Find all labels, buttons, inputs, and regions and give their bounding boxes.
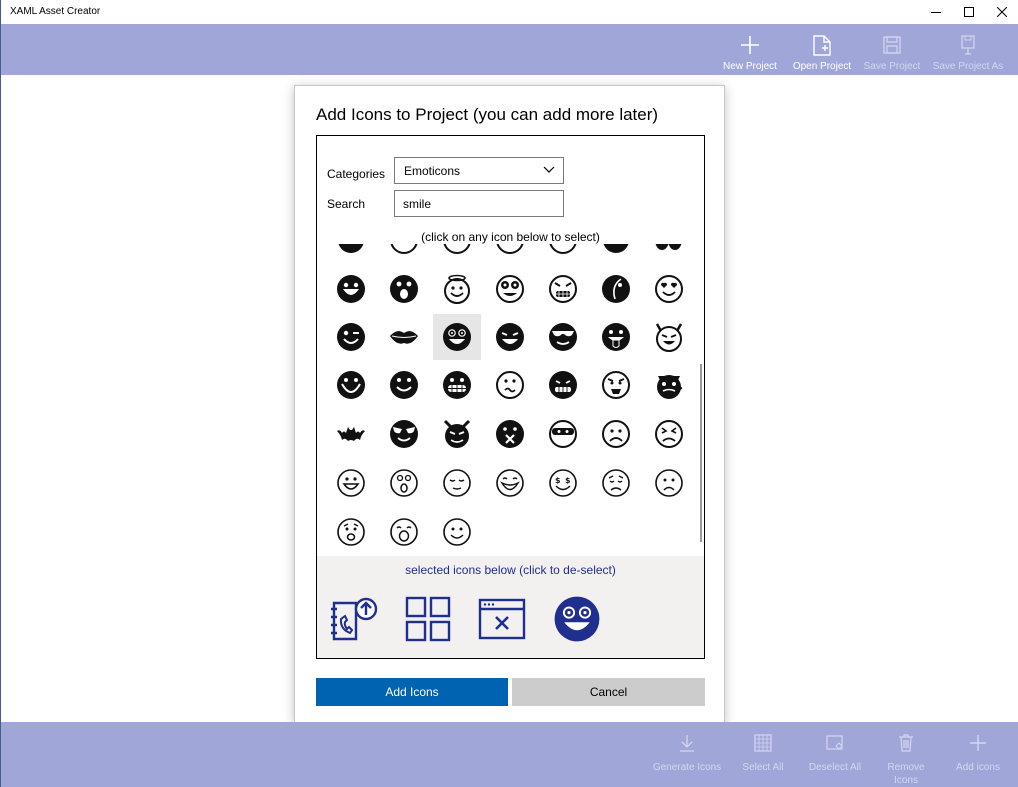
smile-outline-icon[interactable] [433,509,481,555]
gritted-teeth-icon[interactable] [539,362,587,408]
surprised-icon[interactable] [380,266,428,312]
grin-outline-icon[interactable] [486,460,534,506]
confused-icon[interactable] [486,362,534,408]
plus-icon [970,735,986,751]
grid-scrollbar[interactable] [700,364,702,542]
close-icon [996,7,1007,17]
select-all-label: Select All [742,762,784,773]
save-icon [883,36,901,54]
remove-icons-button[interactable]: Remove Icons [879,722,933,787]
contact-upload-icon[interactable] [329,594,379,644]
search-label: Search [327,197,366,211]
dialog-title: Add Icons to Project (you can add more l… [316,105,659,124]
save-project-label: Save Project [863,61,921,72]
cat-devil-icon[interactable] [433,411,481,457]
grid-hint: (click on any icon below to select) [421,230,600,244]
selected-hint: selected icons below (click to de-select… [405,563,616,577]
new-project-label: New Project [723,61,777,72]
selected-icons-area: selected icons below (click to de-select… [317,556,704,658]
lips-icon[interactable] [380,314,428,360]
deselect-all-button[interactable]: Deselect All [802,722,868,787]
app-grid-icon[interactable] [403,594,453,644]
grimace-icon[interactable] [433,362,481,408]
hipster-icon[interactable] [645,362,693,408]
select-all-icon [754,734,772,752]
add-icons-toolbar-button[interactable]: Add icons [947,722,1009,787]
command-bar: New Project Open Project Save Project Sa… [0,24,1018,75]
dizzy-grin-icon[interactable] [433,314,481,360]
kiss-icon[interactable] [486,411,534,457]
save-project-as-button[interactable]: Save Project As [931,24,1005,75]
close-button[interactable] [985,0,1018,24]
squint-grin-icon[interactable] [486,314,534,360]
window-border [0,75,1,722]
generate-icons-button[interactable]: Generate Icons [651,722,723,787]
cool-wink-icon[interactable] [380,411,428,457]
evil-grin-icon[interactable] [539,266,587,312]
annoyed-icon[interactable] [645,411,693,457]
big-smile-icon[interactable] [327,362,375,408]
moon-face-icon[interactable] [592,266,640,312]
window-close-icon[interactable] [477,594,527,644]
deselect-all-label: Deselect All [808,762,862,773]
add-icons-toolbar-label: Add icons [956,762,1000,773]
new-project-button[interactable]: New Project [719,24,781,75]
categories-label: Categories [327,167,386,181]
open-project-label: Open Project [792,61,852,72]
angel-icon[interactable] [433,266,481,312]
save-project-button[interactable]: Save Project [861,24,923,75]
svg-text:$: $ [555,476,561,485]
trash-icon [899,734,913,752]
categories-value: Emoticons [404,164,461,178]
ninja-icon[interactable] [539,411,587,457]
add-icons-button[interactable]: Add Icons [316,678,508,706]
categories-dropdown[interactable]: Emoticons [394,157,564,184]
maximize-icon [963,7,974,17]
remove-icons-label: Remove Icons [887,762,925,786]
open-project-button[interactable]: Open Project [789,24,855,75]
save-project-as-label: Save Project As [932,61,1004,72]
cancel-button[interactable]: Cancel [512,678,705,706]
chevron-down-icon [543,166,555,173]
icon-grid[interactable]: $ $ [317,244,704,556]
search-input[interactable] [394,190,564,217]
laugh-outline-icon[interactable] [327,460,375,506]
bat-icon[interactable] [327,411,375,457]
new-document-icon [813,34,831,56]
smile-icon[interactable] [380,362,428,408]
frown-icon[interactable] [592,411,640,457]
smile-open-icon[interactable] [327,266,375,312]
download-icon [680,735,694,752]
deselect-all-icon [826,735,843,750]
icon-picker-panel: Categories Emoticons Search (click on an… [316,135,705,659]
partial-row-icons [338,244,682,254]
open-mouth-outline-icon[interactable] [380,509,428,555]
worried-outline-icon[interactable] [327,509,375,555]
plus-icon [741,36,759,54]
sunglasses-icon[interactable] [539,314,587,360]
money-eyes-icon[interactable]: $ $ [539,460,587,506]
bottom-command-bar: Generate Icons Select All Deselect All R… [0,722,1018,787]
select-all-button[interactable]: Select All [735,722,791,787]
add-icons-dialog: Add Icons to Project (you can add more l… [294,85,725,724]
angry-tongue-icon[interactable] [592,362,640,408]
generate-icons-label: Generate Icons [652,762,722,773]
sad-outline-icon[interactable] [645,460,693,506]
minimize-icon [930,12,941,13]
svg-text:$: $ [565,476,571,485]
sleepy-outline-icon[interactable] [433,460,481,506]
save-as-icon [961,35,975,55]
heart-eyes-icon[interactable] [645,266,693,312]
tongue-out-icon[interactable] [592,314,640,360]
sad-brow-icon[interactable] [592,460,640,506]
maximize-button[interactable] [952,0,985,24]
shocked-outline-icon[interactable] [380,460,428,506]
dizzy-grin-selected-icon[interactable] [552,594,602,644]
devil-icon[interactable] [645,314,693,360]
minimize-button[interactable] [919,0,952,24]
wink-icon[interactable] [327,314,375,360]
app-title: XAML Asset Creator [10,6,101,17]
title-bar: XAML Asset Creator [0,0,1018,24]
nerd-icon[interactable] [486,266,534,312]
